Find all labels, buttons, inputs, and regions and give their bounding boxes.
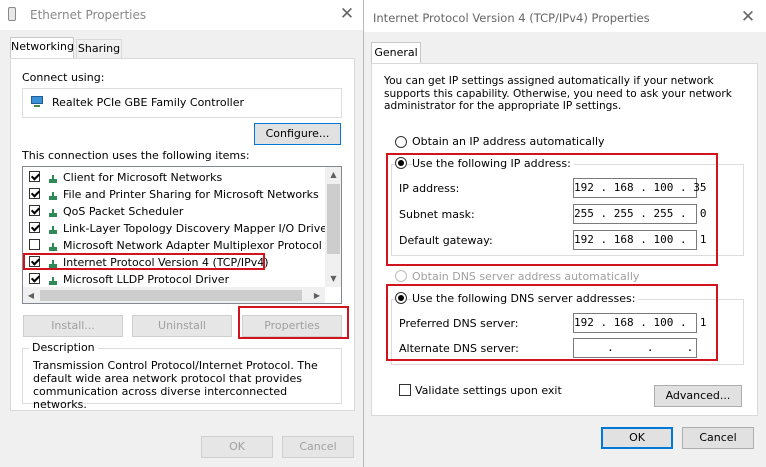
list-item[interactable]: Microsoft Network Adapter Multiplexor Pr… (23, 237, 323, 254)
ipv4-item-highlight (23, 253, 265, 270)
scroll-right-icon[interactable]: ▶ (309, 287, 325, 303)
adapter-name: Realtek PCIe GBE Family Controller (52, 96, 245, 109)
network-adapter-icon (30, 96, 44, 108)
properties-button-highlight (238, 306, 349, 339)
obtain-ip-auto-radio[interactable] (395, 136, 407, 148)
network-component-icon (48, 277, 58, 285)
list-item[interactable]: Microsoft LLDP Protocol Driver (23, 271, 323, 288)
network-component-icon (48, 209, 58, 217)
item-checkbox[interactable] (29, 171, 40, 182)
description-label: Description (29, 341, 98, 354)
network-component-icon (48, 243, 58, 251)
network-component-icon (48, 175, 58, 183)
tab-general[interactable]: General (371, 42, 421, 64)
obtain-dns-auto-radio[interactable] (395, 270, 407, 282)
item-label: Link-Layer Topology Discovery Mapper I/O… (63, 222, 332, 235)
item-checkbox[interactable] (29, 188, 40, 199)
validate-settings-label[interactable]: Validate settings upon exit (415, 384, 562, 397)
item-checkbox[interactable] (29, 273, 40, 284)
ip-settings-highlight (386, 153, 718, 266)
ipv4-properties-window: Internet Protocol Version 4 (TCP/IPv4) P… (364, 0, 766, 467)
ethernet-titlebar[interactable]: Ethernet Properties ✕ (0, 0, 363, 30)
networking-panel: Connect using: Realtek PCIe GBE Family C… (10, 58, 355, 411)
validate-settings-checkbox[interactable] (399, 384, 411, 396)
obtain-dns-auto-label[interactable]: Obtain DNS server address automatically (412, 270, 639, 283)
dns-settings-highlight (386, 284, 718, 361)
intro-text: You can get IP settings assigned automat… (384, 75, 732, 112)
item-label: File and Printer Sharing for Microsoft N… (63, 188, 319, 201)
list-item[interactable]: QoS Packet Scheduler (23, 203, 323, 220)
item-checkbox[interactable] (29, 205, 40, 216)
scroll-thumb-horizontal[interactable] (40, 290, 302, 301)
item-checkbox[interactable] (29, 239, 40, 250)
tab-sharing[interactable]: Sharing (76, 39, 122, 58)
scroll-down-icon[interactable]: ▼ (325, 271, 341, 287)
list-vertical-scrollbar[interactable]: ▲ ▼ (325, 167, 341, 287)
items-label: This connection uses the following items… (22, 149, 250, 162)
uninstall-button[interactable]: Uninstall (132, 315, 232, 337)
adapter-box: Realtek PCIe GBE Family Controller (22, 88, 342, 118)
item-label: Microsoft LLDP Protocol Driver (63, 273, 230, 286)
item-checkbox[interactable] (29, 222, 40, 233)
obtain-ip-auto-label[interactable]: Obtain an IP address automatically (412, 135, 605, 148)
scroll-up-icon[interactable]: ▲ (325, 167, 341, 183)
ipv4-titlebar[interactable]: Internet Protocol Version 4 (TCP/IPv4) P… (364, 0, 766, 32)
ethernet-properties-window: Ethernet Properties ✕ Networking Sharing… (0, 0, 363, 467)
eth-ok-button[interactable]: OK (201, 436, 273, 458)
install-button[interactable]: Install... (23, 315, 123, 337)
ipv4-ok-button[interactable]: OK (601, 427, 673, 449)
network-adapter-icon (8, 7, 16, 21)
item-label: Client for Microsoft Networks (63, 171, 223, 184)
list-item[interactable]: Client for Microsoft Networks (23, 169, 323, 186)
advanced-button[interactable]: Advanced... (654, 385, 742, 407)
network-component-icon (48, 226, 58, 234)
tab-networking[interactable]: Networking (10, 37, 74, 59)
close-icon[interactable]: ✕ (337, 4, 357, 24)
network-component-icon (48, 192, 58, 200)
list-item[interactable]: File and Printer Sharing for Microsoft N… (23, 186, 323, 203)
item-label: Microsoft Network Adapter Multiplexor Pr… (63, 239, 322, 252)
item-label: QoS Packet Scheduler (63, 205, 184, 218)
ipv4-title: Internet Protocol Version 4 (TCP/IPv4) P… (373, 11, 650, 25)
list-item[interactable]: Link-Layer Topology Discovery Mapper I/O… (23, 220, 332, 237)
general-panel: You can get IP settings assigned automat… (371, 63, 758, 416)
scroll-left-icon[interactable]: ◀ (23, 287, 39, 303)
scroll-thumb[interactable] (327, 184, 340, 254)
list-horizontal-scrollbar[interactable]: ◀ ▶ (23, 287, 325, 303)
components-list: Client for Microsoft Networks File and Pr… (22, 166, 342, 304)
close-icon[interactable]: ✕ (738, 7, 758, 27)
eth-cancel-button[interactable]: Cancel (282, 436, 354, 458)
connect-using-label: Connect using: (22, 71, 105, 84)
ethernet-title: Ethernet Properties (30, 8, 147, 22)
ipv4-cancel-button[interactable]: Cancel (682, 427, 754, 449)
description-text: Transmission Control Protocol/Internet P… (33, 359, 318, 411)
configure-button[interactable]: Configure... (254, 123, 341, 145)
